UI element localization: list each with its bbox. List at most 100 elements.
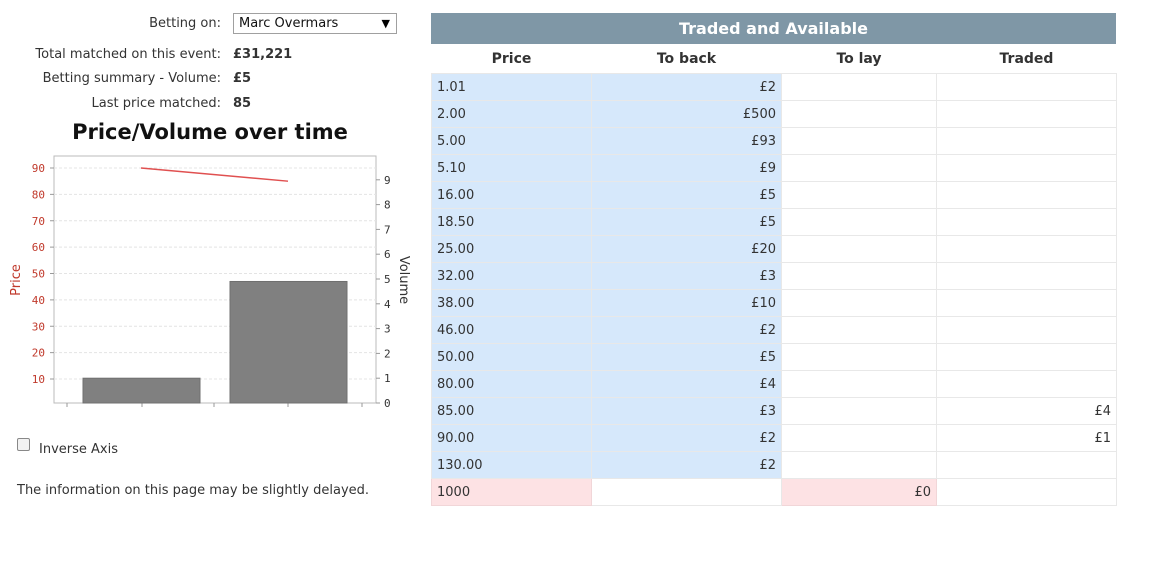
last-price-row: Last price matched: 85 <box>0 96 420 116</box>
ladder-to-lay-cell[interactable] <box>781 289 937 317</box>
ladder-traded-cell <box>936 154 1117 182</box>
right-axis-tick-label: 0 <box>384 397 391 410</box>
total-matched-label: Total matched on this event: <box>35 47 221 62</box>
ladder-to-back-cell[interactable]: £2 <box>591 316 782 344</box>
ladder-row: 25.00 £20 <box>431 235 1117 263</box>
right-axis-tick-label: 4 <box>384 298 391 311</box>
ladder-price-cell: 38.00 <box>431 289 592 317</box>
last-price-value: 85 <box>233 96 252 111</box>
ladder-to-back-cell[interactable]: £9 <box>591 154 782 182</box>
ladder-to-lay-cell[interactable] <box>781 370 937 398</box>
ladder-to-back-cell[interactable]: £5 <box>591 181 782 209</box>
ladder-traded-cell <box>936 316 1117 344</box>
ladder-to-back-cell[interactable]: £5 <box>591 343 782 371</box>
ladder-price-cell: 5.10 <box>431 154 592 182</box>
ladder-traded-cell <box>936 343 1117 371</box>
ladder-lay-row: 1000 £0 <box>431 478 1117 506</box>
volume-bar <box>229 280 348 404</box>
ladder-table: Price To back To lay Traded 1.01 £2 2.00 £5… <box>431 44 1117 506</box>
left-axis-tick-label: 70 <box>32 215 45 228</box>
left-axis-tick-label: 60 <box>32 241 45 254</box>
ladder-traded-cell <box>936 181 1117 209</box>
right-axis-tick-label: 9 <box>384 174 391 187</box>
ladder-to-lay-cell[interactable] <box>781 100 937 128</box>
left-axis-tick-label: 80 <box>32 188 45 201</box>
ladder-price-cell: 18.50 <box>431 208 592 236</box>
ladder-to-lay-cell[interactable] <box>781 397 937 425</box>
ladder-to-back-cell[interactable]: £2 <box>591 424 782 452</box>
ladder-to-back-cell[interactable]: £5 <box>591 208 782 236</box>
betting-summary-value: £5 <box>233 71 252 86</box>
right-axis-tick-label: 7 <box>384 223 391 236</box>
betting-summary-row: Betting summary - Volume: £5 <box>0 71 420 91</box>
ladder-traded-cell <box>936 208 1117 236</box>
selection-dropdown-value: Marc Overmars <box>239 16 339 31</box>
ladder-to-lay-cell[interactable] <box>781 316 937 344</box>
ladder-to-back-cell[interactable]: £500 <box>591 100 782 128</box>
ladder-row: 2.00 £500 <box>431 100 1117 128</box>
ladder-to-lay-cell[interactable]: £0 <box>781 478 937 506</box>
ladder-row: 85.00 £3 £4 <box>431 397 1117 425</box>
ladder-to-lay-cell[interactable] <box>781 424 937 452</box>
left-axis-tick-label: 30 <box>32 320 45 333</box>
total-matched-value: £31,221 <box>233 47 293 62</box>
ladder-to-lay-cell[interactable] <box>781 343 937 371</box>
ladder-to-back-cell[interactable]: £2 <box>591 73 782 101</box>
ladder-to-lay-cell[interactable] <box>781 262 937 290</box>
right-axis-tick-label: 2 <box>384 347 391 360</box>
ladder-price-cell: 25.00 <box>431 235 592 263</box>
dropdown-arrow-icon: ▼ <box>381 17 390 30</box>
right-axis-tick-label: 3 <box>384 323 391 336</box>
inverse-axis-checkbox[interactable] <box>17 438 30 451</box>
ladder-price-cell: 85.00 <box>431 397 592 425</box>
ladder-price-cell: 1.01 <box>431 73 592 101</box>
ladder-price-cell: 80.00 <box>431 370 592 398</box>
ladder-body: 1.01 £2 2.00 £500 5.00 £93 5.10 £9 16.00 £5 18.50 £… <box>431 73 1117 506</box>
ladder-traded-cell <box>936 451 1117 479</box>
selection-dropdown[interactable]: Marc Overmars ▼ <box>233 13 397 34</box>
ladder-to-back-cell[interactable]: £3 <box>591 397 782 425</box>
ladder-row: 16.00 £5 <box>431 181 1117 209</box>
ladder-to-back-cell[interactable]: £3 <box>591 262 782 290</box>
ladder-to-back-cell[interactable]: £93 <box>591 127 782 155</box>
last-price-label: Last price matched: <box>91 96 221 111</box>
ladder-to-lay-cell[interactable] <box>781 127 937 155</box>
left-axis-tick-label: 50 <box>32 268 45 281</box>
ladder-price-cell: 46.00 <box>431 316 592 344</box>
ladder-traded-cell <box>936 262 1117 290</box>
ladder-price-cell: 16.00 <box>431 181 592 209</box>
ladder-price-cell: 90.00 <box>431 424 592 452</box>
volume-bar <box>82 377 201 404</box>
ladder-to-back-cell[interactable]: £20 <box>591 235 782 263</box>
ladder-price-cell: 2.00 <box>431 100 592 128</box>
ladder-traded-cell <box>936 235 1117 263</box>
ladder-to-lay-cell[interactable] <box>781 154 937 182</box>
left-axis-tick-label: 10 <box>32 373 45 386</box>
ladder-row: 90.00 £2 £1 <box>431 424 1117 452</box>
ladder-price-cell: 5.00 <box>431 127 592 155</box>
right-axis-tick-label: 6 <box>384 248 391 261</box>
ladder-to-lay-cell[interactable] <box>781 73 937 101</box>
ladder-to-lay-cell[interactable] <box>781 451 937 479</box>
ladder-to-back-cell[interactable]: £2 <box>591 451 782 479</box>
column-header-traded: Traded <box>936 44 1117 74</box>
ladder-price-cell: 1000 <box>431 478 592 506</box>
column-header-to-lay: To lay <box>781 44 937 74</box>
ladder-to-lay-cell[interactable] <box>781 235 937 263</box>
ladder-traded-cell: £4 <box>936 397 1117 425</box>
ladder-to-lay-cell[interactable] <box>781 208 937 236</box>
ladder-to-lay-cell[interactable] <box>781 181 937 209</box>
ladder-to-back-cell[interactable] <box>591 478 782 506</box>
ladder-to-back-cell[interactable]: £10 <box>591 289 782 317</box>
ladder-row: 50.00 £5 <box>431 343 1117 371</box>
ladder-traded-cell <box>936 100 1117 128</box>
ladder-to-back-cell[interactable]: £4 <box>591 370 782 398</box>
ladder-traded-cell <box>936 370 1117 398</box>
left-axis-label: Price <box>9 264 24 296</box>
ladder-row: 5.00 £93 <box>431 127 1117 155</box>
right-axis-tick-label: 5 <box>384 273 391 286</box>
left-axis-tick-label: 40 <box>32 294 45 307</box>
ladder-traded-cell <box>936 478 1117 506</box>
ladder-title: Traded and Available <box>431 13 1116 44</box>
betting-summary-label: Betting summary - Volume: <box>42 71 221 86</box>
